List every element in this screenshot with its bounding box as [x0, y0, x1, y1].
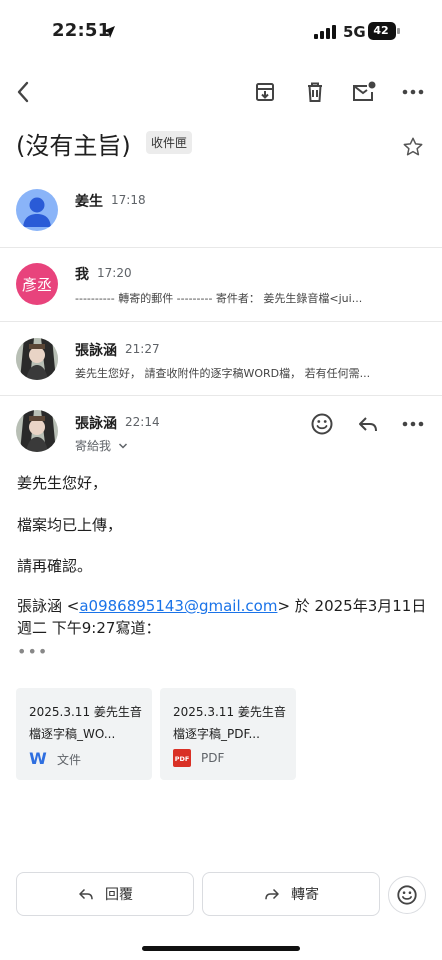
email-subject: (沒有主旨) [16, 132, 131, 160]
attachment-name: 2025.3.11 姜先生音檔逐字稿_PDF... [173, 705, 286, 741]
svg-text:W: W [29, 749, 47, 767]
avatar [16, 410, 58, 452]
location-arrow-icon [103, 26, 115, 38]
attachment-card[interactable]: 2025.3.11 姜先生音檔逐字稿_PDF... PDF PDF [160, 688, 296, 780]
message-snippet: ---------- 轉寄的郵件 --------- 寄件者： 姜先生錄音檔<j… [75, 292, 363, 305]
body-line: 請再確認。 [17, 557, 93, 575]
more-options-button[interactable] [399, 78, 427, 106]
attachment-card[interactable]: 2025.3.11 姜先生音檔逐字稿_WO... W 文件 [16, 688, 152, 780]
recipient-details-toggle[interactable]: 寄給我 [75, 437, 128, 454]
profile-photo-icon [16, 410, 58, 452]
status-bar: 22:51 5G 42 [0, 0, 442, 60]
add-reaction-button[interactable] [308, 410, 336, 438]
star-outline-icon[interactable] [402, 136, 424, 158]
quote-prefix: 張詠涵 < [17, 597, 80, 615]
forward-action-button[interactable]: 轉寄 [202, 872, 380, 916]
quoted-email-link[interactable]: a0986895143@gmail.com [79, 597, 277, 615]
mark-unread-button[interactable] [350, 78, 378, 106]
forward-label: 轉寄 [291, 887, 319, 903]
word-document-icon: W [29, 749, 47, 767]
battery-level: 42 [373, 24, 389, 37]
back-button[interactable] [10, 78, 38, 106]
mark-unread-icon [353, 81, 376, 101]
more-horizontal-icon [402, 421, 424, 427]
quote-attribution: 張詠涵 <a0986895143@gmail.com> 於 2025年3月11日… [17, 595, 432, 639]
reply-label: 回覆 [105, 887, 133, 903]
reply-icon [79, 888, 93, 900]
message-time: 21:27 [125, 342, 160, 356]
show-quoted-text-button[interactable]: ••• [17, 642, 48, 661]
archive-button[interactable] [251, 78, 279, 106]
attachment-type: 文件 [57, 753, 82, 767]
avatar: 彥丞 [16, 263, 58, 305]
attachment-name: 2025.3.11 姜先生音檔逐字稿_WO... [29, 705, 142, 741]
emoji-icon [311, 413, 333, 435]
svg-text:PDF: PDF [175, 755, 190, 763]
reply-button[interactable] [354, 410, 382, 438]
chevron-down-icon [118, 443, 127, 449]
network-type: 5G [343, 23, 366, 41]
message-time: 17:18 [111, 193, 146, 207]
forward-icon [265, 888, 279, 900]
reply-action-button[interactable]: 回覆 [16, 872, 194, 916]
subject-row: (沒有主旨) 收件匣 [16, 126, 426, 160]
more-horizontal-icon [402, 89, 424, 95]
sender-name: 姜生 [75, 194, 103, 210]
message-row[interactable]: 張詠涵 21:27 姜先生您好， 請查收附件的逐字稿WORD檔， 若有任何需..… [0, 322, 442, 396]
avatar [16, 338, 58, 380]
message-row[interactable]: 彥丞 我 17:20 ---------- 轉寄的郵件 --------- 寄件… [0, 248, 442, 322]
open-message-time: 22:14 [125, 415, 160, 429]
open-message-sender: 張詠涵 [75, 416, 117, 432]
trash-icon [308, 82, 322, 102]
message-snippet: 姜先生您好， 請查收附件的逐字稿WORD檔， 若有任何需... [75, 367, 371, 380]
archive-icon [256, 83, 274, 101]
avatar [16, 189, 58, 231]
message-more-button[interactable] [399, 410, 427, 438]
reply-icon [359, 417, 377, 432]
pdf-file-icon: PDF [173, 749, 191, 767]
email-toolbar [0, 70, 442, 114]
emoji-reaction-button[interactable] [388, 876, 426, 914]
message-time: 17:20 [97, 266, 132, 280]
profile-photo-icon [16, 338, 58, 380]
cell-signal-icon [314, 25, 336, 39]
avatar-initials: 彥丞 [21, 275, 52, 294]
sender-name: 我 [75, 267, 89, 283]
body-line: 檔案均已上傳， [17, 516, 123, 534]
inbox-label-chip[interactable]: 收件匣 [146, 131, 193, 154]
sender-name: 張詠涵 [75, 343, 117, 359]
person-icon [23, 197, 51, 227]
message-row[interactable]: 姜生 17:18 [0, 172, 442, 248]
home-indicator[interactable] [142, 946, 300, 951]
recipient-text: 寄給我 [75, 439, 112, 453]
delete-button[interactable] [301, 78, 329, 106]
emoji-icon [397, 885, 417, 905]
body-line: 姜先生您好， [17, 474, 108, 492]
attachment-type: PDF [201, 751, 225, 765]
back-arrow-icon [17, 81, 29, 103]
